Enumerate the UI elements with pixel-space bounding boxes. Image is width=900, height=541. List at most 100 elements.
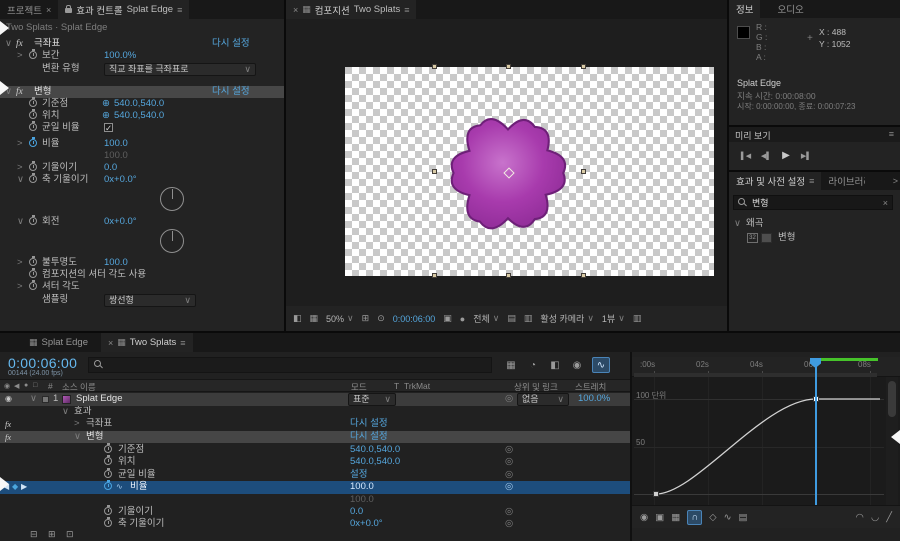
clear-search-icon[interactable]: × <box>883 198 888 208</box>
ease-in-icon[interactable]: ◡ <box>871 512 879 523</box>
pick-whip-icon[interactable]: ◎ <box>505 469 513 481</box>
value-position[interactable]: 540.0,540.0 <box>114 110 164 122</box>
twirl-open-icon[interactable]: ∨ <box>74 431 81 443</box>
rotation-dial[interactable] <box>160 229 184 253</box>
stopwatch-icon[interactable] <box>29 51 37 59</box>
selection-handle[interactable] <box>432 273 437 278</box>
lock-icon[interactable] <box>65 8 72 13</box>
prop-row-sampling[interactable]: 샘플링 쌍선형 ∨ <box>0 294 284 309</box>
value-uniform[interactable]: 설정 <box>350 469 367 481</box>
prop-row-uniform-scale[interactable]: 균일 비율 ✓ <box>0 122 284 134</box>
close-icon[interactable]: × <box>46 5 51 15</box>
layer-name[interactable]: Splat Edge <box>76 393 122 405</box>
playhead-line[interactable] <box>815 366 817 505</box>
effect-group-polar[interactable]: ∨ fx 극좌표 다시 설정 <box>0 38 284 50</box>
camera-dropdown[interactable]: 활성 카메라 ∨ <box>540 312 594 325</box>
fx-badge-icon[interactable]: fx <box>5 431 11 443</box>
snapshot-camera-icon[interactable]: ▣ <box>443 313 452 324</box>
effect-item-transform[interactable]: 32 변형 <box>729 232 900 244</box>
value-interpolation[interactable]: 100.0% <box>104 50 136 62</box>
twirl-closed-icon[interactable]: > <box>17 281 23 293</box>
first-frame-button[interactable]: ▌◀ <box>737 147 755 164</box>
prop-row-rotation[interactable]: ∨ 회전 0x+0.0° <box>0 216 284 228</box>
keyframe-next-icon[interactable]: ▶ <box>21 481 27 493</box>
twirl-closed-icon[interactable]: > <box>17 50 23 62</box>
tab-overflow-icon[interactable]: > <box>893 176 898 186</box>
value-position[interactable]: 540.0,540.0 <box>350 456 400 468</box>
twirl-closed-icon[interactable]: > <box>74 418 80 430</box>
value-rotation[interactable]: 0x+0.0° <box>104 216 137 228</box>
value-skew-axis[interactable]: 0x+0.0° <box>104 174 137 186</box>
twirl-closed-icon[interactable]: > <box>17 138 23 150</box>
screen-icon[interactable]: ▦ <box>310 313 319 324</box>
fit-all-graphs-icon[interactable]: ▤ <box>739 512 748 523</box>
tl-prop-row-scale-selected[interactable]: ◀ ◆ ▶ ∿ 비율 100.0 ◎ <box>0 481 630 494</box>
stopwatch-icon[interactable] <box>29 270 37 278</box>
transparency-grid-icon[interactable]: ▥ <box>524 313 533 324</box>
panel-menu-icon[interactable]: ≡ <box>404 5 409 15</box>
graph-editor-area[interactable]: 100 단위 50 <box>632 377 900 505</box>
tl-prop-row-position[interactable]: 위치 540.0,540.0 ◎ <box>0 456 630 468</box>
fx-badge-icon[interactable]: fx <box>5 418 11 430</box>
expand-in-out-icon[interactable]: ⊡ <box>66 529 74 540</box>
prop-row-skew-axis[interactable]: ∨ 축 기울이기 0x+0.0° <box>0 174 284 186</box>
magnification-dropdown[interactable]: 50% ∨ <box>326 313 354 324</box>
graph-include-icon[interactable]: ∿ <box>116 481 123 493</box>
timeline-search-field[interactable] <box>88 357 492 373</box>
graph-editor-toggle-icon[interactable]: ∿ <box>592 357 610 373</box>
next-frame-button[interactable]: ▶▌ <box>797 147 815 164</box>
eye-icon[interactable]: ◉ <box>5 393 12 405</box>
tab-project[interactable]: 프로젝트 × <box>0 0 58 19</box>
snap-magnet-icon[interactable]: ∩ <box>687 510 702 525</box>
prop-row-interpolation[interactable]: > 보간 100.0% <box>0 50 284 62</box>
selection-handle[interactable] <box>506 273 511 278</box>
effect-group-transform[interactable]: ∨ fx 변형 다시 설정 <box>0 86 284 98</box>
current-time-display[interactable]: 0:00:06:00 <box>393 314 436 324</box>
value-anchor[interactable]: 540.0,540.0 <box>350 444 400 456</box>
stopwatch-icon[interactable] <box>104 457 112 465</box>
frame-blending-icon[interactable]: ◧ <box>546 357 564 373</box>
layer-row-splat-edge[interactable]: ◉ ∨ 1 Splat Edge 표준 ∨ ◎ 없음 ∨ 100.0% <box>0 393 630 406</box>
tab-timeline-splat-edge[interactable]: ▦ Splat Edge <box>22 333 95 352</box>
motion-blur-icon[interactable]: ◉ <box>568 357 586 373</box>
tab-composition[interactable]: × ▦ 컴포지션 Two Splats ≡ <box>286 0 416 19</box>
stopwatch-icon[interactable] <box>29 99 37 107</box>
stopwatch-icon[interactable] <box>29 282 37 290</box>
fit-selection-icon[interactable]: ∿ <box>724 512 732 523</box>
stopwatch-icon[interactable] <box>29 111 37 119</box>
composition-frame[interactable] <box>345 67 714 276</box>
tab-info[interactable]: 정보 <box>729 0 760 18</box>
stopwatch-icon[interactable] <box>104 470 112 478</box>
stopwatch-active-icon[interactable] <box>104 482 112 490</box>
prop-row-opacity[interactable]: > 불투명도 100.0 <box>0 257 284 269</box>
transform-box-icon[interactable]: ▦ <box>671 512 680 523</box>
pick-whip-icon[interactable]: ◎ <box>505 481 513 493</box>
tl-prop-row-skew[interactable]: 기울이기 0.0 ◎ <box>0 506 630 518</box>
composition-mini-flowchart-icon[interactable]: ▦ <box>502 357 520 373</box>
value-anchor[interactable]: 540.0,540.0 <box>114 98 164 110</box>
skew-axis-dial[interactable] <box>160 187 184 211</box>
tl-prop-row-uniform-scale[interactable]: 균일 비율 설정 ◎ <box>0 469 630 481</box>
stopwatch-icon[interactable] <box>29 163 37 171</box>
value-opacity[interactable]: 100.0 <box>104 257 128 269</box>
search-input-value[interactable]: 변형 <box>752 196 879 209</box>
pick-whip-icon[interactable]: ◎ <box>505 456 513 468</box>
graph-type-options-icon[interactable]: ◉ <box>640 512 648 523</box>
previous-frame-button[interactable]: ◀▌ <box>757 147 775 164</box>
effect-row-polar[interactable]: fx > 극좌표 다시 설정 <box>0 418 630 430</box>
twirl-open-icon[interactable]: ∨ <box>30 393 37 405</box>
composition-viewer[interactable] <box>286 19 727 306</box>
play-button[interactable]: ▶ <box>777 146 795 164</box>
expand-transfer-controls-icon[interactable]: ⊞ <box>48 529 56 540</box>
reset-link[interactable]: 다시 설정 <box>212 86 250 98</box>
twirl-open-icon[interactable]: ∨ <box>734 218 741 230</box>
stopwatch-icon[interactable] <box>104 507 112 515</box>
value-scale[interactable]: 100.0 <box>350 481 374 493</box>
stretch-value[interactable]: 100.0% <box>578 393 610 405</box>
stopwatch-icon[interactable] <box>104 445 112 453</box>
pick-whip-icon[interactable]: ◎ <box>505 518 513 530</box>
sampling-dropdown[interactable]: 쌍선형 ∨ <box>104 294 196 307</box>
prop-row-anchor[interactable]: 기준점 ⊕ 540.0,540.0 <box>0 98 284 110</box>
stopwatch-icon[interactable] <box>104 519 112 527</box>
auto-zoom-icon[interactable]: ◇ <box>709 512 716 523</box>
